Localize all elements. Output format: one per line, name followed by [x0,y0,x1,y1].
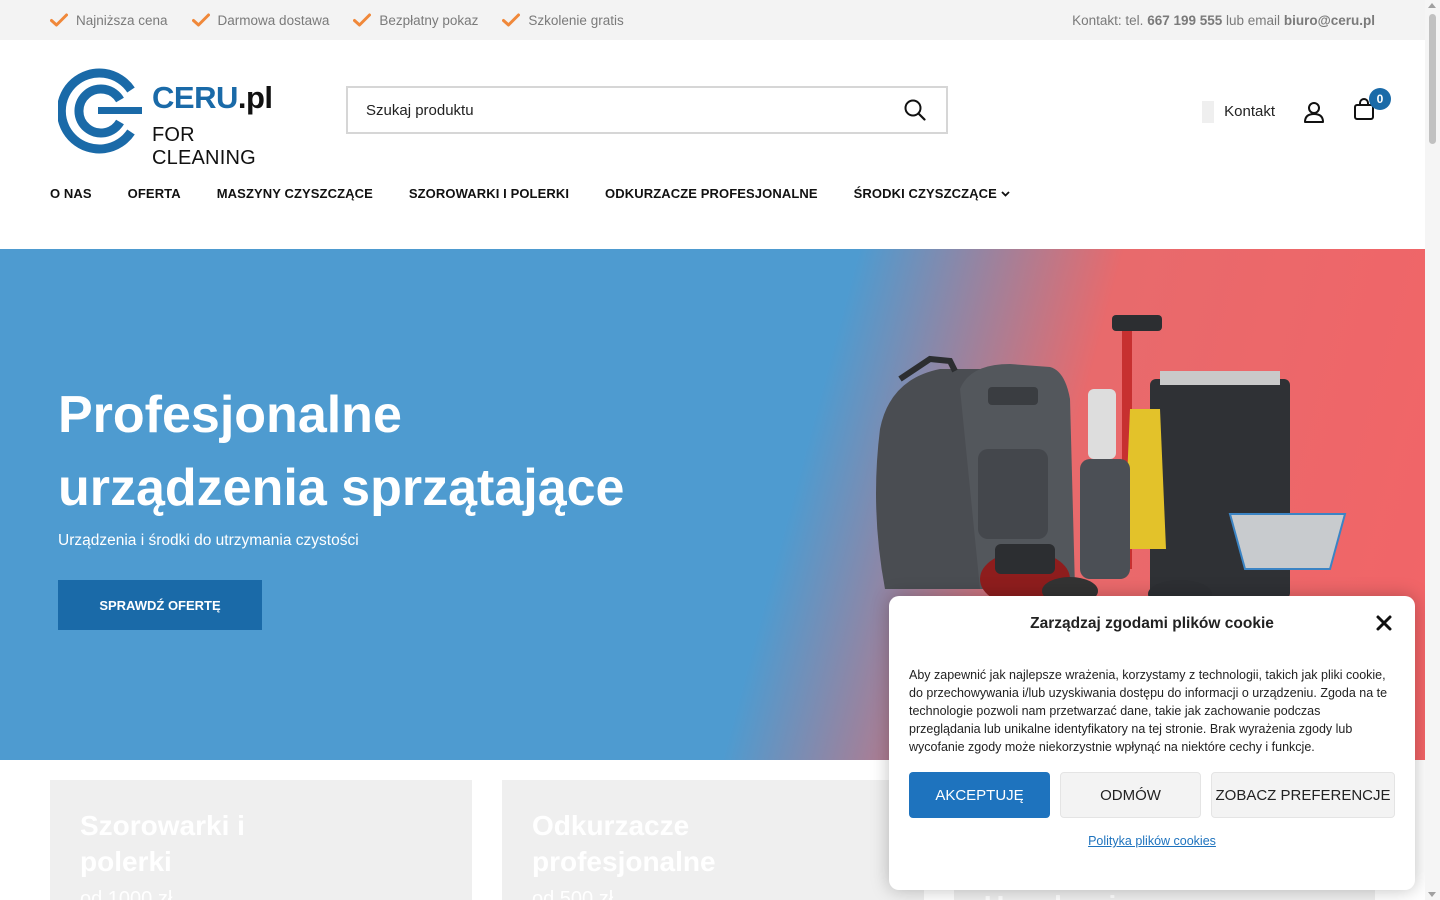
nav-item-szorowarki[interactable]: SZOROWARKI I POLERKI [409,186,569,201]
perk-item: Najniższa cena [50,13,168,28]
contact-mid: lub email [1226,12,1281,28]
nav-item-o-nas[interactable]: O NAS [50,186,92,201]
cookie-title: Zarządzaj zgodami plików cookie [1030,615,1274,632]
scroll-thumb[interactable] [1429,14,1436,144]
main-nav: O NAS OFERTA MASZYNY CZYSZCZĄCE SZOROWAR… [50,186,1010,201]
card-price: od 500 zł [532,888,614,900]
check-icon [50,13,68,27]
perk-label: Szkolenie gratis [528,12,624,28]
hero-subtitle: Urządzenia i środki do utrzymania czysto… [58,532,359,549]
hero-title-line2: urządzenia sprzątające [58,459,625,517]
card-title-line2: profesjonalne [532,846,716,877]
site-header: CERU.pl FOR CLEANING Kontakt 0 [0,40,1425,180]
check-offer-button[interactable]: SPRAWDŹ OFERTĘ [58,580,262,630]
top-bar: Najniższa cena Darmowa dostawa Bezpłatny… [0,0,1425,40]
logo-tagline: FOR CLEANING [152,124,256,169]
check-icon [353,13,372,27]
cookie-policy-link[interactable]: Polityka plików cookies [1088,834,1216,848]
logo-name: CERU [152,80,238,115]
chevron-down-icon [1001,190,1010,197]
hero-title-line1: Profesjonalne [58,386,402,444]
check-icon [191,13,210,27]
scroll-down-arrow-icon[interactable] [1428,892,1436,897]
perk-label: Najniższa cena [76,12,168,28]
nav-item-maszyny[interactable]: MASZYNY CZYSZCZĄCE [217,186,373,201]
perk-label: Darmowa dostawa [217,12,330,28]
deny-cookies-button[interactable]: ODMÓW [1060,772,1201,818]
cart-count-badge: 0 [1369,88,1391,110]
card-title-line1: Odkurzacze [532,810,690,841]
contact-info: Kontakt: tel. 667 199 555 lub email biur… [1072,13,1375,28]
accept-cookies-button[interactable]: AKCEPTUJĘ [909,772,1050,818]
scroll-up-arrow-icon[interactable] [1428,3,1436,8]
search-icon [904,99,926,121]
logo-suffix: .pl [237,80,273,115]
phone-link[interactable]: 667 199 555 [1147,13,1222,28]
logo-wordmark: CERU.pl [152,80,273,116]
card-title-line2: polerki [80,846,172,877]
category-card[interactable]: Odkurzacze profesjonalne od 500 zł [502,780,924,900]
cookie-consent-dialog: Zarządzaj zgodami plików cookie Aby zape… [889,596,1415,890]
card-title-line1: Urządzenia [984,890,1132,900]
perks-list: Najniższa cena Darmowa dostawa Bezpłatny… [50,13,624,28]
check-icon [502,13,521,27]
nav-item-srodki[interactable]: ŚRODKI CZYSZCZĄCE [854,186,1010,201]
contact-icon [1202,100,1215,123]
perk-item: Szkolenie gratis [502,12,624,28]
card-title-line1: Szorowarki i [80,810,245,841]
contact-prefix: Kontakt: tel. [1072,12,1144,28]
user-account-icon[interactable] [1303,101,1325,123]
view-preferences-button[interactable]: ZOBACZ PREFERENCJE [1211,772,1395,818]
logo-mark-icon [58,68,142,154]
nav-item-oferta[interactable]: OFERTA [128,186,181,201]
header-actions: Kontakt 0 [1202,88,1391,125]
nav-item-srodki-label: ŚRODKI CZYSZCZĄCE [853,186,997,201]
contact-link[interactable]: Kontakt [1202,100,1275,123]
close-icon[interactable] [1375,614,1393,632]
search-bar [346,86,948,134]
cookie-policy: Polityka plików cookies [909,834,1395,848]
card-title: Szorowarki i polerki [80,808,442,880]
cookie-header: Zarządzaj zgodami plików cookie [909,614,1395,634]
perk-label: Bezpłatny pokaz [379,12,479,28]
perk-item: Darmowa dostawa [191,12,330,28]
card-price: od 1000 zł [80,888,173,900]
cookie-buttons: AKCEPTUJĘ ODMÓW ZOBACZ PREFERENCJE [909,772,1395,818]
category-card[interactable]: Szorowarki i polerki od 1000 zł [50,780,472,900]
search-input[interactable] [366,101,902,119]
nav-item-odkurzacze[interactable]: ODKURZACZE PROFESJONALNE [605,186,818,201]
page-scrollbar[interactable] [1425,0,1440,900]
hero-title: Profesjonalne urządzenia sprzątające [58,379,624,525]
email-link[interactable]: biuro@ceru.pl [1284,13,1375,28]
perk-item: Bezpłatny pokaz [353,13,478,28]
card-title: Odkurzacze profesjonalne [532,808,894,880]
cart-button[interactable]: 0 [1353,88,1391,125]
search-button[interactable] [902,97,928,123]
site-logo[interactable]: CERU.pl FOR CLEANING [58,68,298,169]
contact-label: Kontakt [1224,103,1275,120]
cookie-body-text: Aby zapewnić jak najlepsze wrażenia, kor… [909,668,1388,754]
cleaning-machines-image [876,315,1347,608]
